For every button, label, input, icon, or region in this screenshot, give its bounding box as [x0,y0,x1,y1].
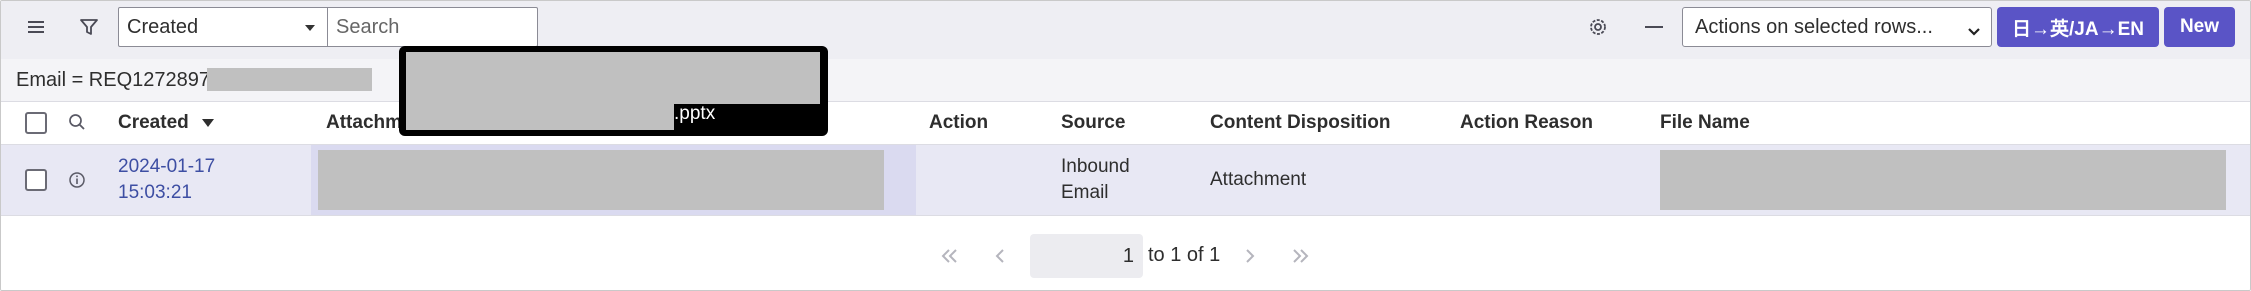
field-select[interactable]: Created [118,7,328,47]
attachment-tooltip: .pptx [399,46,828,136]
page-summary: to 1 of 1 [1148,244,1221,266]
next-page-icon[interactable] [1245,249,1255,268]
chevron-down-icon [1967,17,1981,55]
table-row: 2024-01-17 15:03:21 Inbound Email Attach… [1,145,2250,216]
table-header: Created Attachm Action Source Content Di… [1,102,2250,145]
source-line-2: Email [1061,182,1109,203]
redacted-block [318,150,884,210]
prev-page-icon[interactable] [995,249,1005,268]
redacted-block [207,68,372,91]
first-page-icon[interactable] [941,249,959,268]
actions-select[interactable]: Actions on selected rows... [1682,7,1992,47]
search-icon[interactable] [66,111,88,133]
caret-down-icon [305,25,315,31]
file-extension: .pptx [674,103,716,124]
select-all-checkbox[interactable] [25,112,47,134]
gear-icon[interactable] [1585,14,1611,40]
menu-icon[interactable] [25,15,49,39]
redacted-block [1660,150,2226,210]
minus-icon[interactable] [1641,14,1667,40]
created-link[interactable]: 2024-01-17 15:03:21 [118,154,215,206]
column-created[interactable]: Created [118,112,215,134]
column-source[interactable]: Source [1061,112,1125,134]
search-input[interactable]: Search [328,7,538,47]
created-time: 15:03:21 [118,182,192,203]
sort-desc-icon [202,112,215,134]
column-content-disposition[interactable]: Content Disposition [1210,112,1390,134]
column-attachment[interactable]: Attachm [326,112,402,134]
translate-button[interactable]: 日→英/JA→EN [1997,7,2159,47]
source-cell: Inbound Email [1061,154,1130,206]
source-line-1: Inbound [1061,156,1130,177]
field-select-value: Created [127,16,199,38]
column-file-name[interactable]: File Name [1660,112,1750,134]
list-toolbar: Created Search Actions on selected rows.… [1,1,2250,59]
redacted-block [406,52,820,104]
column-action[interactable]: Action [929,112,988,134]
column-action-reason[interactable]: Action Reason [1460,112,1593,134]
row-checkbox[interactable] [25,169,47,191]
page-input[interactable]: 1 [1030,234,1143,278]
actions-select-value: Actions on selected rows... [1695,16,1933,38]
created-date: 2024-01-17 [118,156,216,177]
related-list: Created Search Actions on selected rows.… [0,0,2251,291]
filter-icon[interactable] [77,14,101,40]
breadcrumb-condition[interactable]: Email = REQ1272897_ [16,69,221,92]
pagination: 1 to 1 of 1 [1,216,2250,290]
info-icon[interactable] [66,169,88,191]
redacted-block [406,98,674,130]
last-page-icon[interactable] [1291,249,1309,268]
content-disposition-cell: Attachment [1210,169,1307,190]
column-created-label: Created [118,112,189,134]
new-button[interactable]: New [2164,7,2235,47]
